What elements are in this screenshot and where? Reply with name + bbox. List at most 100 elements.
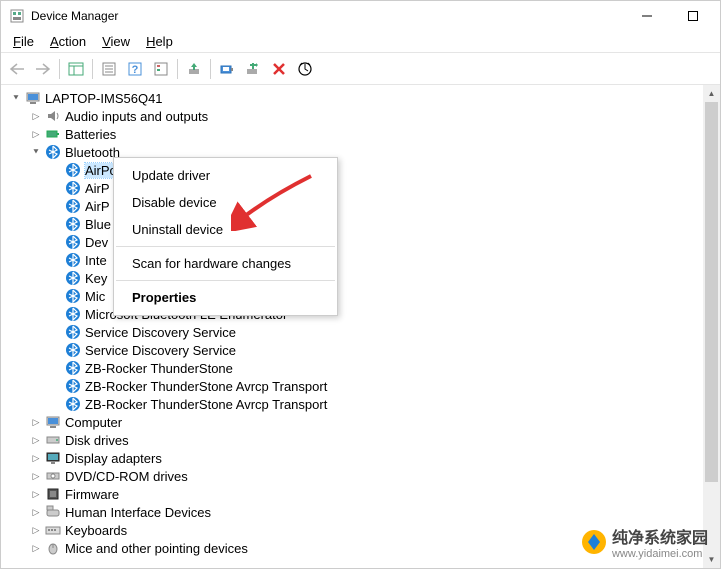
tree-category-dvd[interactable]: ▷ DVD/CD-ROM drives xyxy=(5,467,720,485)
bluetooth-icon xyxy=(65,180,81,196)
view-button[interactable] xyxy=(149,57,173,81)
expander-closed-icon[interactable]: ▷ xyxy=(29,541,43,555)
tree-category-computer[interactable]: ▷ Computer xyxy=(5,413,720,431)
ctx-update-driver[interactable]: Update driver xyxy=(114,162,337,189)
tree-label: Inte xyxy=(85,253,107,268)
disable-device-button[interactable] xyxy=(241,57,265,81)
forward-button[interactable] xyxy=(31,57,55,81)
tree-label: Key xyxy=(85,271,107,286)
ctx-scan-hardware[interactable]: Scan for hardware changes xyxy=(114,250,337,277)
keyboard-icon xyxy=(45,522,61,538)
context-menu-separator xyxy=(116,280,335,281)
tree-category-hid[interactable]: ▷ Human Interface Devices xyxy=(5,503,720,521)
expander-closed-icon[interactable]: ▷ xyxy=(29,451,43,465)
device-tree[interactable]: ⯆ LAPTOP-IMS56Q41 ▷ Audio inputs and out… xyxy=(1,85,720,557)
bluetooth-icon xyxy=(65,324,81,340)
hid-icon xyxy=(45,504,61,520)
enable-device-button[interactable] xyxy=(215,57,239,81)
tree-label: ZB-Rocker ThunderStone Avrcp Transport xyxy=(85,379,327,394)
menu-file[interactable]: File xyxy=(5,32,42,51)
watermark-title: 纯净系统家园 xyxy=(612,524,708,548)
window-title: Device Manager xyxy=(31,9,624,23)
toolbar-separator xyxy=(177,59,178,79)
maximize-button[interactable] xyxy=(670,1,716,31)
toolbar-separator xyxy=(92,59,93,79)
bluetooth-icon xyxy=(45,144,61,160)
expander-closed-icon[interactable]: ▷ xyxy=(29,433,43,447)
audio-icon xyxy=(45,108,61,124)
scroll-up-button[interactable]: ▲ xyxy=(703,85,720,102)
context-menu: Update driver Disable device Uninstall d… xyxy=(113,157,338,316)
disk-icon xyxy=(45,432,61,448)
menu-action[interactable]: Action xyxy=(42,32,94,51)
tree-device[interactable]: ZB-Rocker ThunderStone Avrcp Transport xyxy=(5,377,720,395)
scan-hardware-button[interactable] xyxy=(293,57,317,81)
help-button[interactable]: ? xyxy=(123,57,147,81)
bluetooth-icon xyxy=(65,252,81,268)
expander-closed-icon[interactable]: ▷ xyxy=(29,523,43,537)
expander-open-icon[interactable]: ⯆ xyxy=(9,91,23,105)
menu-view[interactable]: View xyxy=(94,32,138,51)
tree-label: Computer xyxy=(65,415,122,430)
tree-category-audio[interactable]: ▷ Audio inputs and outputs xyxy=(5,107,720,125)
tree-device[interactable]: ZB-Rocker ThunderStone Avrcp Transport xyxy=(5,395,720,413)
mouse-icon xyxy=(45,540,61,556)
bluetooth-icon xyxy=(65,162,81,178)
computer-icon xyxy=(45,414,61,430)
ctx-disable-device[interactable]: Disable device xyxy=(114,189,337,216)
tree-label: Audio inputs and outputs xyxy=(65,109,208,124)
expander-closed-icon[interactable]: ▷ xyxy=(29,109,43,123)
ctx-uninstall-device[interactable]: Uninstall device xyxy=(114,216,337,243)
tree-label: Firmware xyxy=(65,487,119,502)
tree-device[interactable]: ZB-Rocker ThunderStone xyxy=(5,359,720,377)
svg-text:?: ? xyxy=(132,64,139,76)
expander-closed-icon[interactable]: ▷ xyxy=(29,127,43,141)
window-buttons xyxy=(624,1,716,31)
back-button[interactable] xyxy=(5,57,29,81)
tree-label: Mice and other pointing devices xyxy=(65,541,248,556)
update-driver-button[interactable] xyxy=(182,57,206,81)
expander-open-icon[interactable]: ⯆ xyxy=(29,145,43,159)
tree-category-display[interactable]: ▷ Display adapters xyxy=(5,449,720,467)
title-bar: Device Manager xyxy=(1,1,720,31)
tree-label: AirP xyxy=(85,199,110,214)
tree-device[interactable]: Service Discovery Service xyxy=(5,323,720,341)
ctx-properties[interactable]: Properties xyxy=(114,284,337,311)
bluetooth-icon xyxy=(65,234,81,250)
menu-help[interactable]: Help xyxy=(138,32,181,51)
context-menu-separator xyxy=(116,246,335,247)
tree-label: Dev xyxy=(85,235,108,250)
watermark: 纯净系统家园 www.yidaimei.com xyxy=(580,524,708,560)
firmware-icon xyxy=(45,486,61,502)
toolbar-separator xyxy=(59,59,60,79)
expander-closed-icon[interactable]: ▷ xyxy=(29,487,43,501)
uninstall-device-button[interactable] xyxy=(267,57,291,81)
toolbar: ? xyxy=(1,53,720,85)
watermark-url: www.yidaimei.com xyxy=(612,548,708,560)
tree-label: Blue xyxy=(85,217,111,232)
battery-icon xyxy=(45,126,61,142)
tree-label: Disk drives xyxy=(65,433,129,448)
tree-category-disk[interactable]: ▷ Disk drives xyxy=(5,431,720,449)
tree-category-batteries[interactable]: ▷ Batteries xyxy=(5,125,720,143)
properties-button[interactable] xyxy=(97,57,121,81)
app-icon xyxy=(9,8,25,24)
dvd-icon xyxy=(45,468,61,484)
tree-label: ZB-Rocker ThunderStone Avrcp Transport xyxy=(85,397,327,412)
show-hide-console-tree-button[interactable] xyxy=(64,57,88,81)
bluetooth-icon xyxy=(65,270,81,286)
computer-icon xyxy=(25,90,41,106)
minimize-button[interactable] xyxy=(624,1,670,31)
tree-label: Human Interface Devices xyxy=(65,505,211,520)
expander-closed-icon[interactable]: ▷ xyxy=(29,469,43,483)
bluetooth-icon xyxy=(65,378,81,394)
expander-closed-icon[interactable]: ▷ xyxy=(29,415,43,429)
vertical-scrollbar[interactable]: ▲ ▼ xyxy=(703,85,720,568)
tree-device[interactable]: Service Discovery Service xyxy=(5,341,720,359)
tree-category-firmware[interactable]: ▷ Firmware xyxy=(5,485,720,503)
tree-label: Bluetooth xyxy=(65,145,120,160)
tree-root[interactable]: ⯆ LAPTOP-IMS56Q41 xyxy=(5,89,720,107)
menu-bar: File Action View Help xyxy=(1,31,720,53)
expander-closed-icon[interactable]: ▷ xyxy=(29,505,43,519)
scrollbar-thumb[interactable] xyxy=(705,102,718,482)
